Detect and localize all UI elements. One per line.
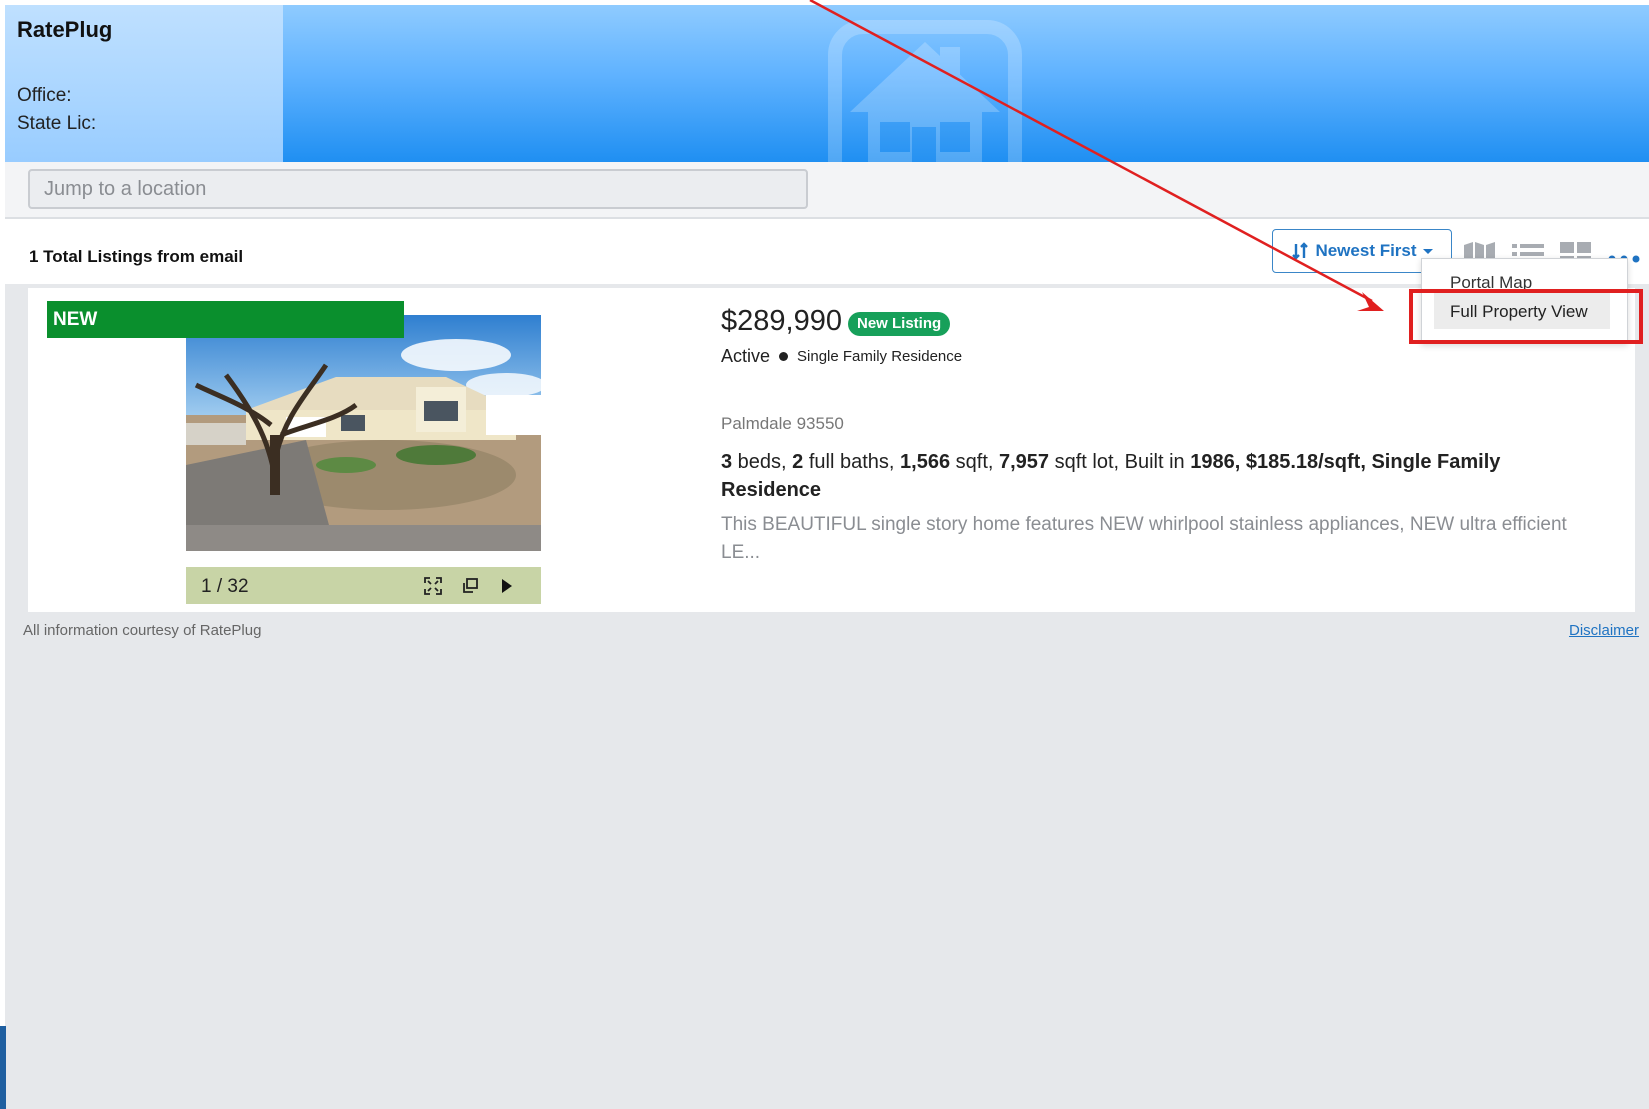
window-edge bbox=[0, 1026, 6, 1109]
house-photo-image bbox=[186, 315, 541, 551]
open-window-icon[interactable] bbox=[460, 576, 480, 596]
property-type: Single Family Residence bbox=[797, 348, 963, 365]
search-row bbox=[5, 162, 1649, 219]
listings-toolbar: 1 Total Listings from email Newest First bbox=[5, 219, 1649, 284]
beds-label: beds, bbox=[732, 451, 793, 473]
new-banner-label: NEW bbox=[53, 309, 98, 330]
new-banner: NEW bbox=[47, 301, 404, 338]
listing-photo[interactable] bbox=[186, 315, 541, 551]
courtesy-text: All information courtesy of RatePlug bbox=[23, 622, 262, 639]
fullscreen-icon[interactable] bbox=[423, 576, 443, 596]
beds-value: 3 bbox=[721, 451, 733, 473]
listing-features: 3 beds, 2 full baths, 1,566 sqft, 7,957 … bbox=[721, 448, 1601, 504]
lot-value: 7,957 bbox=[998, 451, 1050, 473]
disclaimer-link[interactable]: Disclaimer bbox=[1569, 622, 1639, 639]
listing-card[interactable]: NEW 1 / 32 $289,990 New Listing Active S… bbox=[28, 288, 1635, 612]
sqft-label: sqft, bbox=[950, 451, 999, 473]
total-listings-count: 1 Total Listings from email bbox=[29, 247, 244, 266]
annotation-highlight-box bbox=[1409, 289, 1643, 344]
app-frame: RatePlug Office: State Lic: 1 Total List… bbox=[5, 5, 1649, 1109]
sqft-value: 1,566 bbox=[900, 451, 951, 473]
agent-info-panel: RatePlug Office: State Lic: bbox=[5, 5, 283, 162]
lot-label: sqft lot, Built in bbox=[1049, 451, 1191, 473]
header: RatePlug Office: State Lic: bbox=[5, 5, 1649, 162]
listing-status: Active bbox=[721, 346, 771, 366]
listing-location: Palmdale 93550 bbox=[721, 414, 844, 433]
status-row: Active Single Family Residence bbox=[721, 346, 962, 367]
sort-icon bbox=[1292, 242, 1309, 260]
baths-label: full baths, bbox=[803, 451, 901, 473]
baths-value: 2 bbox=[792, 451, 804, 473]
new-listing-badge: New Listing bbox=[848, 312, 951, 336]
house-logo-icon bbox=[828, 20, 1022, 162]
status-dot-icon bbox=[779, 352, 789, 361]
next-photo-icon[interactable] bbox=[496, 576, 516, 596]
brand-name: RatePlug bbox=[17, 17, 113, 42]
photo-controls: 1 / 32 bbox=[186, 567, 541, 604]
office-label: Office: bbox=[17, 85, 72, 106]
caret-down-icon bbox=[1422, 249, 1433, 254]
sort-label: Newest First bbox=[1315, 241, 1417, 260]
location-search-input[interactable] bbox=[28, 169, 808, 209]
listing-description: This BEAUTIFUL single story home feature… bbox=[721, 514, 1567, 563]
state-license-label: State Lic: bbox=[17, 113, 97, 134]
photo-counter: 1 / 32 bbox=[201, 576, 249, 597]
listing-price: $289,990 bbox=[721, 305, 842, 337]
